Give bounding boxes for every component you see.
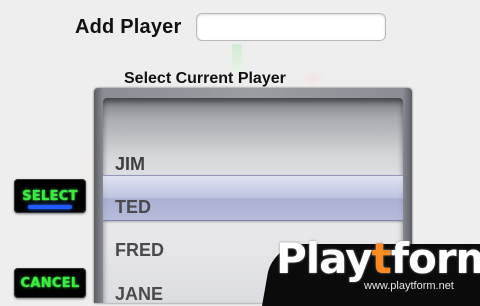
player-picker[interactable]: JIM TED FRED JANE xyxy=(94,88,412,303)
add-player-label: Add Player xyxy=(75,16,182,38)
background-decoration xyxy=(300,70,326,88)
cancel-button-label: CANCEL xyxy=(20,275,80,291)
picker-title: Select Current Player xyxy=(124,70,286,87)
picker-item-jim[interactable]: JIM xyxy=(115,144,145,184)
picker-wheel[interactable]: JIM TED FRED JANE xyxy=(103,98,403,303)
select-button-label: SELECT xyxy=(22,188,78,204)
select-button[interactable]: SELECT xyxy=(14,179,86,213)
picker-item-jane[interactable]: JANE xyxy=(115,274,163,303)
add-player-input[interactable] xyxy=(196,13,386,41)
picker-item-fred[interactable]: FRED xyxy=(115,230,164,270)
picker-item-ted[interactable]: TED xyxy=(115,187,151,227)
